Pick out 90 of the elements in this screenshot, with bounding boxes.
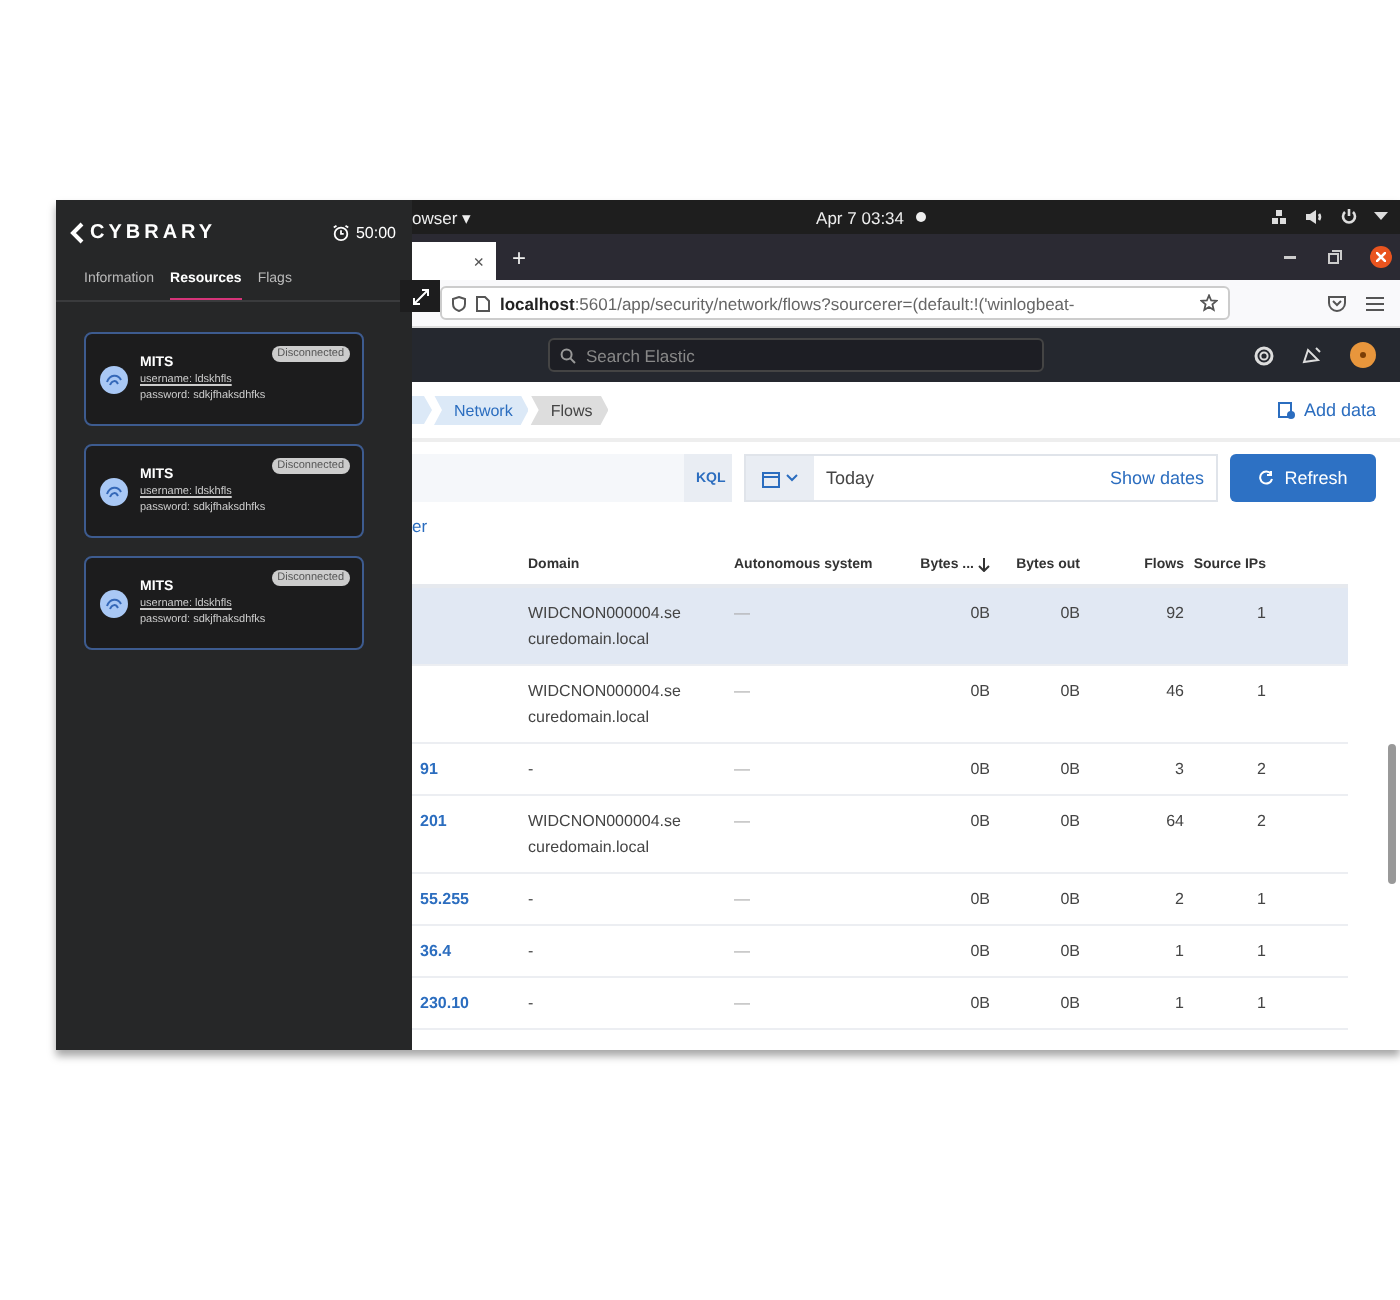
table-cell-text: 1 <box>1173 992 1186 1016</box>
date-time[interactable]: Apr 7 03:34 <box>816 207 905 227</box>
table-cell-text: 0B <box>1058 602 1082 626</box>
ip-link[interactable]: 36.4 <box>412 938 520 964</box>
search-field[interactable]: Search Elastic <box>548 338 1044 372</box>
power-icon[interactable] <box>1340 208 1358 226</box>
volume-icon[interactable] <box>1304 208 1324 226</box>
alarm-clock-icon <box>331 223 350 241</box>
table-cell-text: 1 <box>1255 940 1268 964</box>
chevron-down-icon <box>786 474 798 482</box>
table-cell-text: - <box>526 992 536 1016</box>
ip-link[interactable]: 91 <box>412 756 520 782</box>
scrollbar[interactable] <box>1388 744 1396 884</box>
table-cell-text: WIDCNON000004.se curedomain.local <box>526 680 683 730</box>
breadcrumb[interactable]: Flows <box>530 395 609 425</box>
table-cell-text: 2 <box>1173 888 1186 912</box>
table-cell-text: 0B <box>968 680 992 704</box>
table-cell-text: 92 <box>1164 602 1186 626</box>
table-cell-text: 0B <box>968 888 992 912</box>
new-tab-button[interactable]: + <box>512 243 527 271</box>
table-cell-text: 1 <box>1255 602 1268 626</box>
table-cell-text: — <box>732 602 752 626</box>
table-cell-text: 0B <box>1058 680 1082 704</box>
refresh-icon <box>1258 470 1275 486</box>
dot-icon <box>916 212 927 222</box>
resource-icon <box>100 589 128 617</box>
table-cell-text: — <box>732 758 752 782</box>
ip-link[interactable]: 55.255 <box>412 886 520 912</box>
back-icon[interactable] <box>70 221 84 243</box>
table-cell-text: - <box>526 940 536 964</box>
filter-link[interactable]: er <box>412 508 1400 544</box>
table-cell-text: 1 <box>1173 940 1186 964</box>
pocket-icon[interactable] <box>1328 295 1346 311</box>
table-cell-text: 0B <box>968 602 992 626</box>
ip-link[interactable]: 230.10 <box>412 990 520 1016</box>
app-menu[interactable]: owser ▾ <box>412 207 473 227</box>
table-cell-text: — <box>732 992 752 1016</box>
close-tab-button[interactable]: × <box>473 251 484 271</box>
table-cell-text: 1 <box>1255 888 1268 912</box>
table-cell-text: — <box>732 680 752 704</box>
add-data-icon <box>1277 401 1296 419</box>
table-cell-text: 64 <box>1164 810 1186 834</box>
table-cell-text: 0B <box>968 992 992 1016</box>
date-value[interactable]: Today <box>826 468 1110 488</box>
table-cell-text: WIDCNON000004.se curedomain.local <box>526 810 683 860</box>
help-icon[interactable] <box>1254 345 1274 365</box>
timer: 50:00 <box>355 223 396 241</box>
shield-icon <box>452 295 466 311</box>
restore-icon[interactable] <box>1324 246 1346 268</box>
network-icon[interactable] <box>1270 208 1288 226</box>
table-cell-text: 0B <box>1058 940 1082 964</box>
star-icon[interactable] <box>1200 294 1218 312</box>
table-cell-text: 2 <box>1255 758 1268 782</box>
ip-link[interactable]: 201 <box>412 808 520 860</box>
table-cell-text: — <box>732 940 752 964</box>
browser-tab[interactable]: × <box>412 242 496 280</box>
table-cell-text: 0B <box>968 758 992 782</box>
resource-icon <box>100 477 128 505</box>
table-cell-text: 3 <box>1173 758 1186 782</box>
table-cell-text: 0B <box>1058 888 1082 912</box>
table-cell-text: 46 <box>1164 680 1186 704</box>
table-cell-text: - <box>526 888 536 912</box>
refresh-button[interactable]: Refresh <box>1230 454 1376 502</box>
table-cell-text: 0B <box>968 940 992 964</box>
table-cell-text: 0B <box>1058 992 1082 1016</box>
expand-icon[interactable] <box>400 280 440 312</box>
calendar-button[interactable] <box>746 456 814 500</box>
table-cell-text: 1 <box>1255 992 1268 1016</box>
table-cell-text: 0B <box>968 810 992 834</box>
table-cell-text: 0B <box>1058 758 1082 782</box>
menu-icon[interactable] <box>1366 295 1384 311</box>
table-cell-text: - <box>526 758 536 782</box>
close-icon[interactable] <box>1370 246 1392 268</box>
logo: CYBRARY <box>90 221 217 243</box>
user-avatar[interactable] <box>1350 342 1376 368</box>
table-cell-text: — <box>732 810 752 834</box>
table-cell-text: 0B <box>1058 810 1082 834</box>
breadcrumb[interactable]: Network <box>434 395 529 425</box>
add-data-link[interactable]: Add data <box>1277 400 1376 420</box>
caret-icon[interactable] <box>1374 212 1388 222</box>
table-cell-text: WIDCNON000004.se curedomain.local <box>526 602 683 652</box>
address-field[interactable]: localhost:5601/app/security/network/flows?sourcerer=(default:!('winlogbeat- <box>440 286 1230 320</box>
calendar-icon <box>762 469 780 487</box>
show-dates-link[interactable]: Show dates <box>1109 468 1204 488</box>
table-row[interactable]: WIDCNON000004.se curedomain.local — 0B 0B 92 1 <box>412 588 1348 666</box>
table-cell-text: 2 <box>1255 810 1268 834</box>
page-icon <box>476 295 490 311</box>
table-cell-text: — <box>732 888 752 912</box>
table-cell-text: 1 <box>1255 680 1268 704</box>
resource-icon <box>100 365 128 393</box>
